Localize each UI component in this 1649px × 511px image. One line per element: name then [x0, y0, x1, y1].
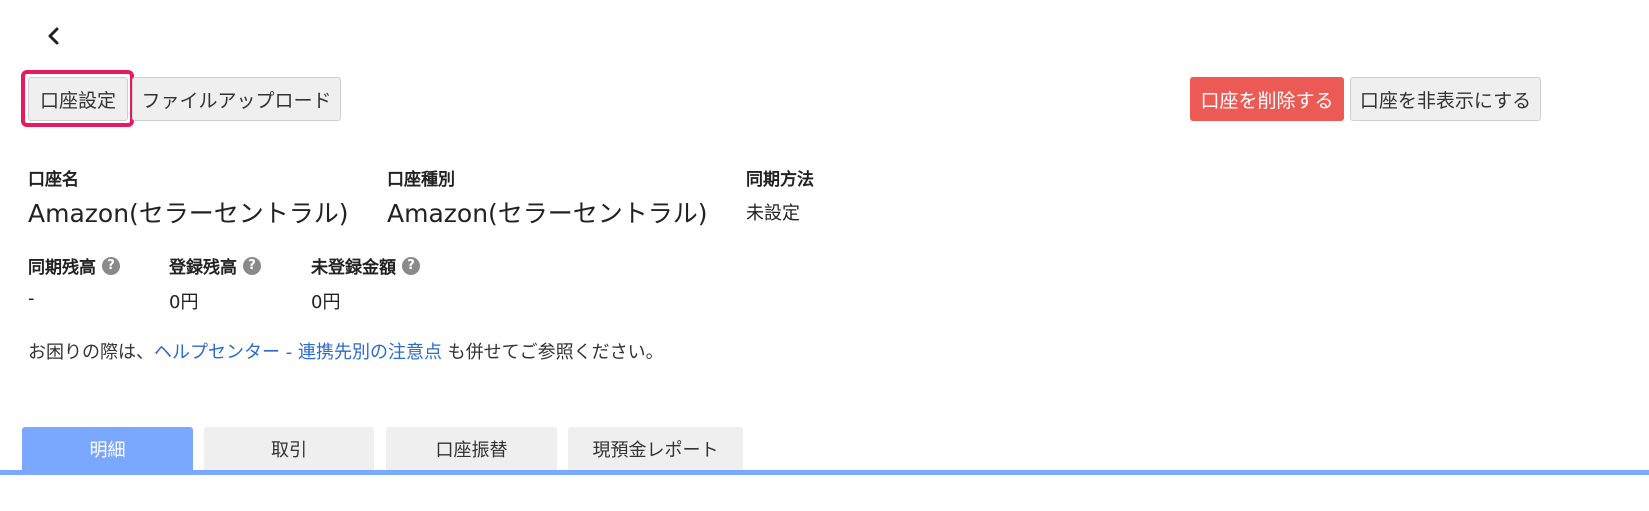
account-settings-highlight: [21, 70, 134, 127]
file-upload-button[interactable]: ファイルアップロード: [132, 77, 341, 121]
synced-balance-header: 同期残高 ?: [28, 253, 120, 278]
unregistered-amount-label: 未登録金額: [311, 258, 396, 278]
question-circle-icon[interactable]: ?: [102, 256, 120, 275]
help-note-prefix: お困りの際は、: [28, 342, 154, 363]
account-type-label: 口座種別: [387, 170, 455, 190]
registered-balance-value: 0円: [169, 292, 199, 313]
account-detail-page: 口座設定 ファイルアップロード 口座を削除する 口座を非表示にする 口座名 Am…: [0, 0, 1649, 511]
question-circle-icon[interactable]: ?: [402, 256, 420, 275]
unregistered-amount-value: 0円: [311, 292, 341, 313]
help-center-link[interactable]: ヘルプセンター: [154, 342, 280, 363]
unregistered-amount-header: 未登録金額 ?: [311, 253, 420, 278]
hide-account-button[interactable]: 口座を非表示にする: [1350, 77, 1541, 121]
account-type-value: Amazon(セラーセントラル): [387, 199, 708, 228]
chevron-left-icon: [48, 27, 59, 45]
account-name-value: Amazon(セラーセントラル): [28, 199, 349, 228]
account-name-label: 口座名: [28, 170, 79, 190]
registered-balance-label: 登録残高: [169, 258, 237, 278]
synced-balance-label: 同期残高: [28, 258, 96, 278]
synced-balance-value: -: [28, 288, 35, 309]
help-link-separator: -: [280, 342, 298, 363]
question-circle-icon[interactable]: ?: [243, 256, 261, 275]
tab-account-transfer[interactable]: 口座振替: [386, 427, 557, 470]
sync-method-label: 同期方法: [746, 170, 814, 190]
help-note-suffix: も併せてご参照ください。: [441, 342, 664, 363]
tab-transactions[interactable]: 取引: [204, 427, 374, 470]
tab-underline: [0, 470, 1649, 475]
sync-method-value: 未設定: [746, 203, 800, 224]
delete-account-button[interactable]: 口座を削除する: [1190, 77, 1344, 121]
registered-balance-header: 登録残高 ?: [169, 253, 261, 278]
tab-cash-report[interactable]: 現預金レポート: [568, 427, 743, 470]
help-note: お困りの際は、ヘルプセンター - 連携先別の注意点 も併せてご参照ください。: [28, 338, 664, 364]
back-button[interactable]: [40, 22, 68, 50]
tab-details[interactable]: 明細: [22, 427, 193, 470]
partner-notes-link[interactable]: 連携先別の注意点: [298, 342, 442, 363]
